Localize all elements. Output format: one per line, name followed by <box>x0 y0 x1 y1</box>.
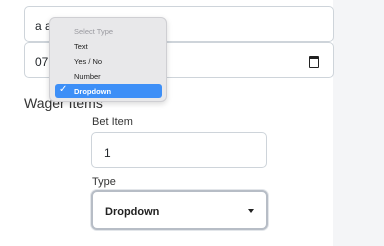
date-field-value: 07 <box>35 55 49 69</box>
right-side-panel <box>333 0 384 246</box>
left-margin <box>0 0 24 246</box>
type-select[interactable]: Dropdown <box>91 190 268 230</box>
menu-header: Select Type <box>74 27 114 36</box>
menu-option-yes-no[interactable]: Yes / No <box>74 57 102 66</box>
type-label: Type <box>92 176 116 188</box>
menu-option-text[interactable]: Text <box>74 42 88 51</box>
bet-item-input[interactable]: 1 <box>91 132 267 168</box>
checkmark-icon: ✓ <box>59 84 68 95</box>
menu-option-dropdown-label: Dropdown <box>74 87 112 96</box>
type-dropdown-menu: Select Type Text Yes / No Number ✓ Dropd… <box>49 17 167 102</box>
calendar-icon[interactable] <box>309 56 319 68</box>
menu-option-number[interactable]: Number <box>74 72 101 81</box>
chevron-down-icon <box>248 209 254 213</box>
type-select-value: Dropdown <box>105 206 160 218</box>
menu-option-dropdown[interactable]: ✓ Dropdown <box>55 84 162 98</box>
bet-item-label: Bet Item <box>92 116 133 128</box>
bet-item-value: 1 <box>104 146 111 160</box>
